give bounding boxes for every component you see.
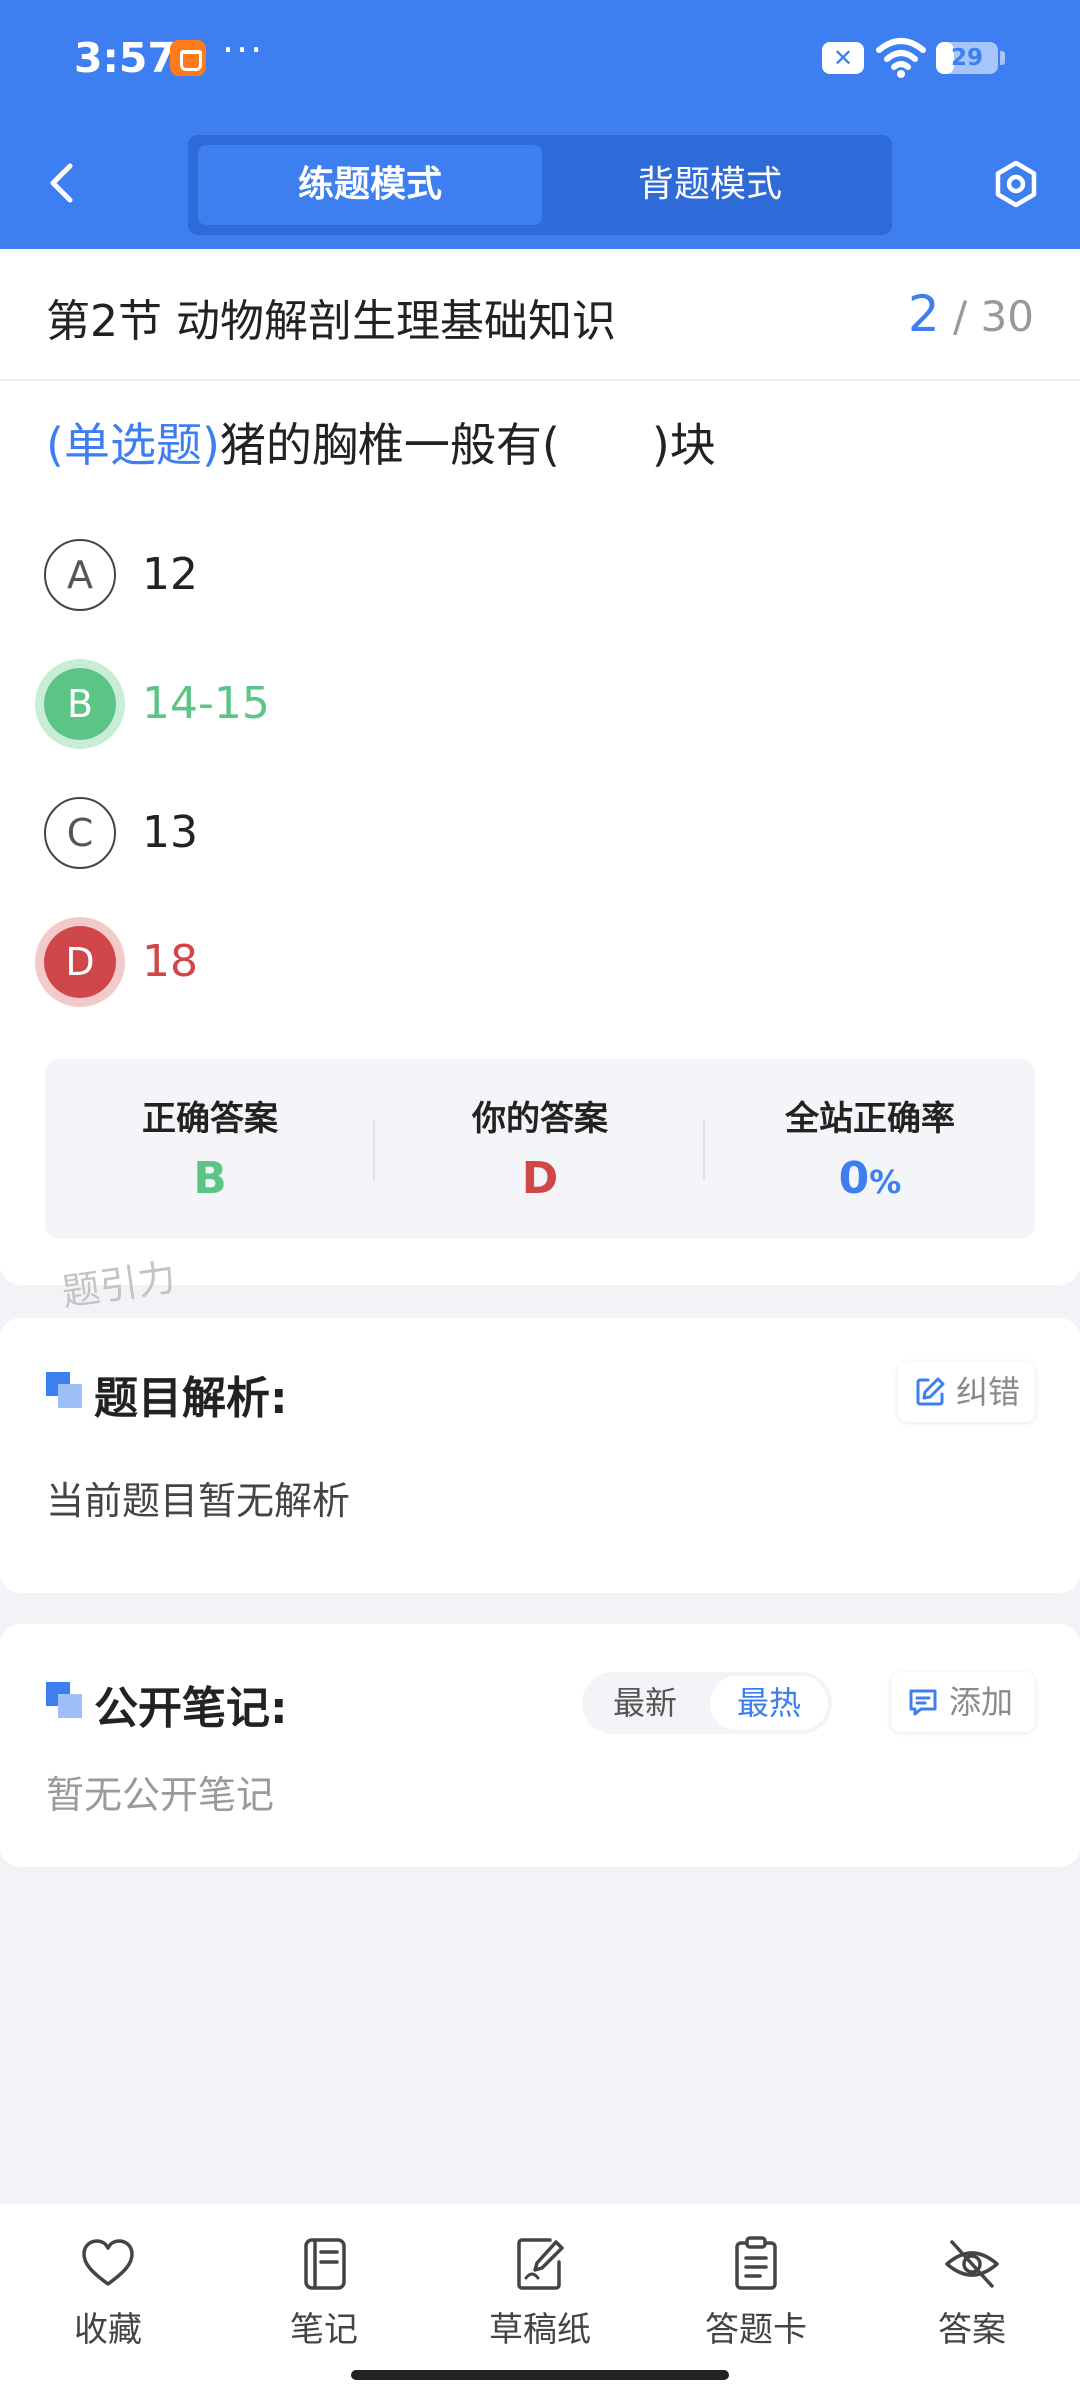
answer-summary: 正确答案 B 你的答案 D 全站正确率 0% (45, 1059, 1035, 1239)
notes-sort-switch: 最新 最热 (582, 1672, 832, 1734)
option-letter-circle: B (44, 668, 116, 740)
section-marker-icon (46, 1372, 82, 1408)
sort-latest-tab[interactable]: 最新 (586, 1676, 704, 1730)
eye-hidden-icon (945, 2240, 999, 2288)
battery-cap (1000, 51, 1005, 65)
edit-icon (916, 1377, 945, 1406)
question-card: 第2节 动物解剖生理基础知识 2 / 30 (单选题)猪的胸椎一般有( )块 A… (0, 249, 1080, 1285)
back-chevron-icon[interactable] (38, 158, 88, 208)
nav-label: 收藏 (74, 2310, 142, 2350)
nav-favorite[interactable]: 收藏 (0, 2224, 216, 2354)
correct-answer-label: 正确答案 (142, 1099, 278, 1139)
sort-hot-tab[interactable]: 最热 (710, 1676, 828, 1730)
option-text: 13 (142, 807, 198, 858)
accuracy-unit: % (869, 1163, 902, 1201)
home-indicator (351, 2370, 729, 2380)
divider (0, 379, 1080, 381)
mode-switch: 练题模式 背题模式 (188, 135, 892, 235)
nav-label: 笔记 (290, 2310, 358, 2350)
nav-draft-paper[interactable]: 草稿纸 (432, 2224, 648, 2354)
option-text: 18 (142, 936, 198, 987)
draft-paper-icon (517, 2238, 564, 2290)
section-title: 第2节 动物解剖生理基础知识 (46, 296, 616, 347)
status-bar: 3:57 ··· ✕ 29 (0, 0, 1080, 118)
option-b[interactable]: B 14-15 (44, 664, 644, 744)
notes-panel (0, 1624, 1080, 1867)
correct-answer-column: 正确答案 B (45, 1059, 375, 1239)
section-marker-icon (46, 1682, 82, 1718)
comment-icon (909, 1689, 937, 1716)
option-c[interactable]: C 13 (44, 793, 644, 873)
accuracy-label: 全站正确率 (785, 1099, 955, 1139)
option-d[interactable]: D 18 (44, 922, 644, 1002)
battery-icon: 29 (936, 42, 998, 74)
option-text: 12 (142, 549, 198, 600)
add-note-label: 添加 (949, 1683, 1014, 1721)
app-header: 3:57 ··· ✕ 29 练题模式 背题模式 (0, 0, 1080, 249)
status-time: 3:57 (74, 34, 176, 82)
progress-current: 2 (907, 285, 940, 343)
question-text: (单选题)猪的胸椎一般有( )块 (46, 409, 716, 475)
nav-label: 答案 (938, 2310, 1006, 2350)
question-stem: 猪的胸椎一般有( )块 (219, 418, 716, 472)
shopping-app-notification-icon (170, 40, 206, 76)
analysis-body: 当前题目暂无解析 (46, 1479, 351, 1523)
option-letter-circle: C (44, 797, 116, 869)
option-a[interactable]: A 12 (44, 535, 644, 615)
tab-practice-mode[interactable]: 练题模式 (198, 145, 542, 225)
question-type-label: (单选题) (46, 418, 220, 472)
battery-level: 29 (950, 45, 983, 71)
option-letter-circle: A (44, 539, 116, 611)
settings-hexagon-icon[interactable] (990, 158, 1042, 210)
correct-answer-value: B (193, 1153, 227, 1204)
your-answer-value: D (521, 1153, 559, 1204)
your-answer-column: 你的答案 D (375, 1059, 705, 1239)
your-answer-label: 你的答案 (472, 1099, 608, 1139)
report-error-button[interactable]: 纠错 (898, 1362, 1035, 1422)
answer-sheet-icon (735, 2236, 777, 2290)
nav-answer-sheet[interactable]: 答题卡 (648, 2224, 864, 2354)
analysis-panel (0, 1318, 1080, 1593)
notes-body: 暂无公开笔记 (46, 1773, 275, 1817)
accuracy-value: 0% (705, 1153, 1035, 1204)
nav-notes[interactable]: 笔记 (216, 2224, 432, 2354)
report-error-label: 纠错 (956, 1373, 1021, 1411)
notebook-icon (304, 2238, 346, 2290)
tab-memorize-mode[interactable]: 背题模式 (538, 145, 882, 225)
option-letter-circle: D (44, 926, 116, 998)
no-sim-icon: ✕ (822, 42, 864, 74)
analysis-title: 题目解析: (94, 1373, 288, 1424)
option-text: 14-15 (142, 678, 270, 729)
wifi-icon (876, 38, 926, 78)
heart-icon (82, 2239, 134, 2286)
progress-total: / 30 (953, 292, 1034, 341)
nav-label: 答题卡 (705, 2310, 807, 2350)
question-progress: 2 / 30 (908, 285, 1034, 343)
notes-title: 公开笔记: (94, 1683, 288, 1734)
accuracy-column: 全站正确率 0% (705, 1059, 1035, 1239)
nav-answer[interactable]: 答案 (864, 2224, 1080, 2354)
more-notifications-indicator: ··· (222, 28, 265, 72)
nav-label: 草稿纸 (489, 2310, 591, 2350)
accuracy-number: 0 (838, 1153, 870, 1204)
add-note-button[interactable]: 添加 (891, 1672, 1035, 1732)
